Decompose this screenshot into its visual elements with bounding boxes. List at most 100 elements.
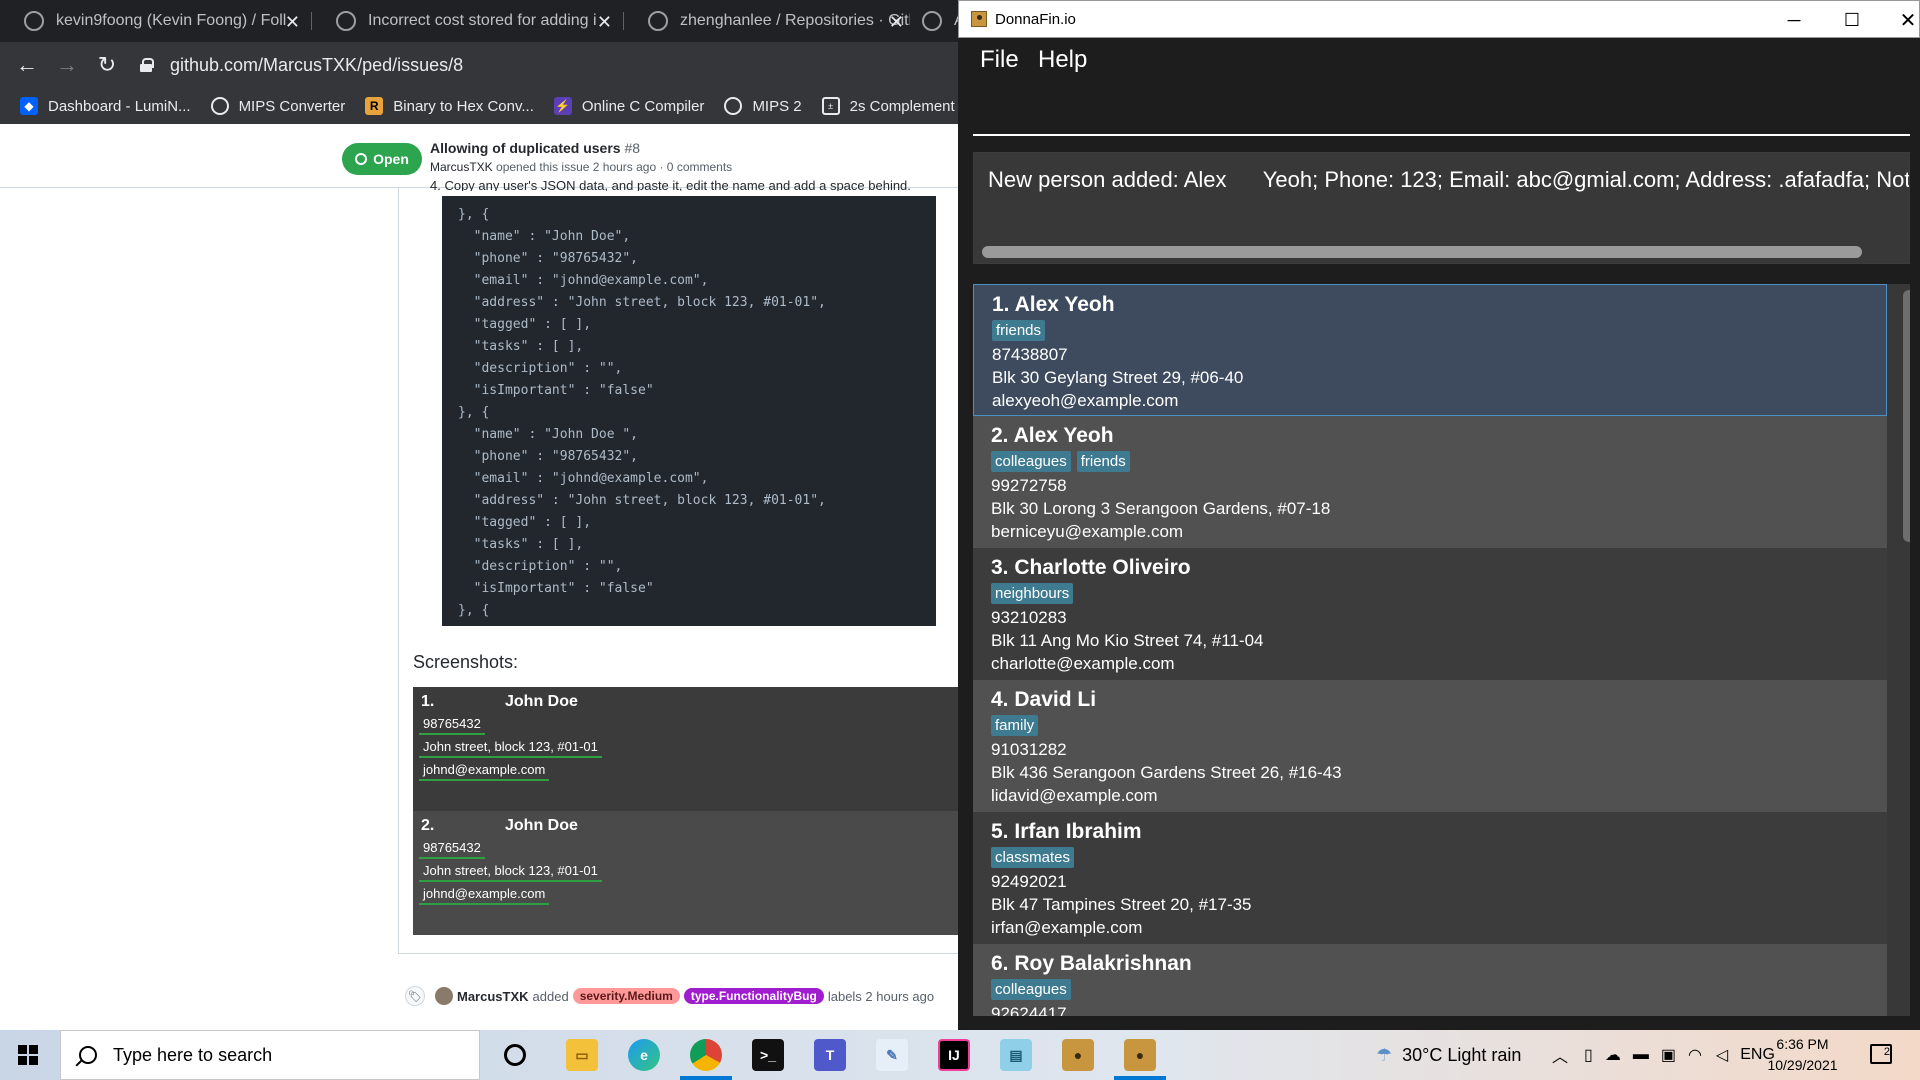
- tag: friends: [1076, 451, 1130, 472]
- label-severity-medium[interactable]: severity.Medium: [572, 988, 680, 1004]
- address-field[interactable]: github.com/MarcusTXK/ped/issues/8: [140, 50, 463, 80]
- notifications-icon[interactable]: 2: [1870, 1044, 1892, 1064]
- person-card[interactable]: 2. Alex Yeoh colleagues friends 99272758…: [973, 416, 1887, 548]
- edge-icon[interactable]: e: [628, 1039, 660, 1071]
- bookmark-online-c-compiler[interactable]: ⚡ Online C Compiler: [553, 97, 705, 115]
- person-title: 4. David Li: [991, 688, 1096, 712]
- issue-author[interactable]: MarcusTXK: [430, 160, 493, 174]
- app-logo-icon: [971, 11, 987, 27]
- bookmark-mips-2[interactable]: MIPS 2: [724, 97, 802, 115]
- tag: neighbours: [991, 583, 1074, 604]
- person-address: Blk 436 Serangoon Gardens Street 26, #16…: [991, 763, 1342, 782]
- bookmark-label: MIPS Converter: [238, 97, 346, 115]
- close-icon[interactable]: ✕: [285, 12, 300, 33]
- wifi-icon[interactable]: ◠: [1688, 1045, 1702, 1065]
- battery-icon[interactable]: ▬: [1633, 1046, 1649, 1064]
- forward-arrow-icon[interactable]: →: [54, 52, 80, 78]
- person-card[interactable]: 1. Alex Yeoh friends 87438807 Blk 30 Gey…: [973, 284, 1887, 416]
- screenshot-address: John street, block 123, #01-01: [419, 737, 602, 758]
- tag: colleagues: [991, 451, 1071, 472]
- tag: colleagues: [991, 979, 1071, 1000]
- person-name: David Li: [1014, 688, 1097, 711]
- chrome-icon[interactable]: [690, 1039, 722, 1071]
- person-card[interactable]: 4. David Li family 91031282 Blk 436 Sera…: [973, 680, 1887, 812]
- back-arrow-icon[interactable]: ←: [14, 52, 40, 78]
- notes-icon[interactable]: ▤: [1000, 1039, 1032, 1071]
- close-icon[interactable]: ✕: [889, 12, 904, 33]
- screenshot-index: 1.: [421, 693, 435, 710]
- person-card[interactable]: 5. Irfan Ibrahim classmates 92492021 Blk…: [973, 812, 1887, 944]
- maximize-icon[interactable]: ☐: [1829, 5, 1875, 35]
- calc-icon: ±: [821, 97, 840, 115]
- person-email: berniceyu@example.com: [991, 522, 1184, 541]
- volume-icon[interactable]: ◁: [1716, 1045, 1728, 1065]
- windows-start-icon[interactable]: [18, 1045, 38, 1065]
- browser-tab-4[interactable]: A: [916, 0, 960, 42]
- tag-list: classmates: [991, 847, 1080, 868]
- menu-file[interactable]: File: [980, 46, 1019, 74]
- screenshot-name: John Doe: [505, 693, 578, 710]
- browser-tab-3[interactable]: zhenghanlee / Repositories · Gith ✕: [624, 0, 914, 42]
- globe-icon: [724, 97, 743, 115]
- event-actor[interactable]: MarcusTXK: [457, 989, 529, 1004]
- person-title: 6. Roy Balakrishnan: [991, 952, 1192, 976]
- person-name: Charlotte Oliveiro: [1014, 556, 1191, 579]
- java-app-icon[interactable]: ●: [1062, 1039, 1094, 1071]
- bookmark-label: Online C Compiler: [581, 97, 705, 115]
- command-input[interactable]: [973, 82, 1910, 136]
- menu-help[interactable]: Help: [1038, 46, 1087, 74]
- tab-title: Incorrect cost stored for adding i: [368, 12, 597, 29]
- taskbar-search[interactable]: Type here to search: [60, 1030, 480, 1080]
- cortana-icon[interactable]: [504, 1044, 526, 1066]
- file-explorer-icon[interactable]: ▭: [566, 1039, 598, 1071]
- minimize-icon[interactable]: ─: [1771, 5, 1817, 35]
- weather-text: 30°C Light rain: [1402, 1044, 1522, 1065]
- person-phone: 92492021: [991, 872, 1067, 891]
- person-title: 3. Charlotte Oliveiro: [991, 556, 1191, 580]
- chevron-up-icon[interactable]: ︿: [1552, 1043, 1568, 1067]
- intellij-icon[interactable]: IJ: [938, 1039, 970, 1071]
- clock-date: 10/29/2021: [1767, 1057, 1838, 1073]
- paint-icon[interactable]: ✎: [876, 1039, 908, 1071]
- close-window-icon[interactable]: ✕: [1885, 5, 1920, 35]
- browser-tab-2[interactable]: Incorrect cost stored for adding i ✕: [312, 0, 622, 42]
- reload-icon[interactable]: ↻: [94, 52, 120, 78]
- bookmark-binary-to-hex[interactable]: R Binary to Hex Conv...: [365, 97, 534, 115]
- display-icon[interactable]: ▣: [1661, 1045, 1676, 1065]
- person-name: Irfan Ibrahim: [1014, 820, 1142, 843]
- code-line: }, {: [458, 603, 490, 618]
- bookmark-mips-converter[interactable]: MIPS Converter: [210, 97, 346, 115]
- clock-time: 6:36 PM: [1776, 1036, 1829, 1052]
- person-index: 5.: [991, 820, 1009, 843]
- tag: friends: [992, 320, 1046, 341]
- bookmark-dashboard[interactable]: ◆ Dashboard - LumiN...: [20, 97, 191, 115]
- system-tray: ︿ ▯ ☁ ▬ ▣ ◠ ◁ ENG: [1552, 1030, 1775, 1080]
- issue-title-text: Allowing of duplicated users: [430, 140, 621, 156]
- label-type-functionality-bug[interactable]: type.FunctionalityBug: [683, 988, 824, 1004]
- issue-state-badge: Open: [342, 143, 422, 175]
- json-code-block: }, { "name" : "John Doe", "phone" : "987…: [442, 196, 936, 626]
- person-card[interactable]: 3. Charlotte Oliveiro neighbours 9321028…: [973, 548, 1887, 680]
- screenshot-card: 1. John Doe 98765432 John street, block …: [413, 687, 960, 811]
- screenshot-email: johnd@example.com: [419, 884, 550, 905]
- weather-widget[interactable]: ☂ 30°C Light rain: [1376, 1030, 1521, 1080]
- clock[interactable]: 6:36 PM 10/29/2021: [1755, 1034, 1850, 1076]
- avatar[interactable]: [435, 987, 453, 1005]
- cloud-icon[interactable]: ☁: [1605, 1045, 1621, 1065]
- code-line: "address" : "John street, block 123, #01…: [458, 295, 826, 310]
- person-phone: 99272758: [991, 476, 1067, 495]
- bookmark-label: 2s Complement: [849, 97, 955, 115]
- device-icon[interactable]: ▯: [1584, 1045, 1593, 1065]
- donnafin-taskbar-icon[interactable]: ●: [1124, 1039, 1156, 1071]
- bookmark-2s-complement[interactable]: ± 2s Complement: [821, 97, 955, 115]
- horizontal-scrollbar[interactable]: [982, 246, 1862, 258]
- close-icon[interactable]: ✕: [597, 12, 612, 33]
- browser-tab-1[interactable]: kevin9foong (Kevin Foong) / Foll ✕: [0, 0, 310, 42]
- code-line: }, {: [458, 405, 490, 420]
- person-email: lidavid@example.com: [991, 786, 1158, 805]
- teams-icon[interactable]: T: [814, 1039, 846, 1071]
- vertical-scrollbar[interactable]: [1903, 290, 1910, 542]
- person-index: 6.: [991, 952, 1009, 975]
- terminal-icon[interactable]: >_: [752, 1039, 784, 1071]
- person-card[interactable]: 6. Roy Balakrishnan colleagues 92624417: [973, 944, 1887, 1016]
